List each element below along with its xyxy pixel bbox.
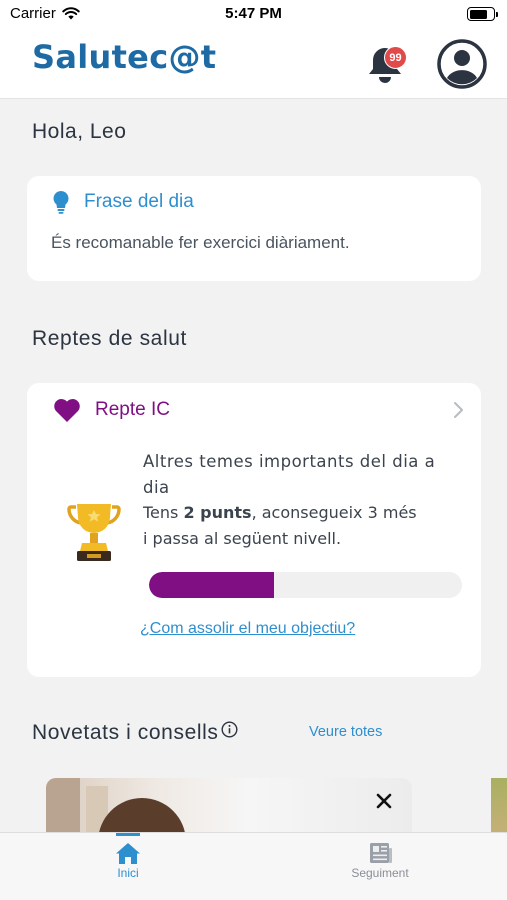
lightbulb-icon: [53, 191, 69, 214]
challenge-card-header: Repte IC: [53, 397, 170, 423]
phrase-card-header: Frase del dia: [52, 190, 194, 214]
notifications-button[interactable]: 99: [362, 40, 412, 88]
challenge-level-text: i passa al següent nivell.: [143, 529, 342, 548]
app-header: Salutec@t 99: [0, 28, 507, 99]
challenge-card[interactable]: Repte IC Altres temes importants del dia…: [27, 383, 481, 677]
tab-seguiment[interactable]: Seguiment: [320, 833, 440, 900]
home-icon: [116, 843, 140, 864]
phrase-card-text: És recomanable fer exercici diàriament.: [51, 233, 350, 252]
active-tab-indicator: [116, 833, 140, 836]
challenge-progress-fill: [149, 572, 275, 598]
news-section-header: Novetats i consells: [32, 720, 238, 745]
info-icon[interactable]: [221, 720, 238, 738]
greeting: Hola, Leo: [32, 120, 127, 143]
tab-inici[interactable]: Inici: [68, 833, 188, 900]
see-all-news-link[interactable]: Veure totes: [309, 724, 382, 740]
newspaper-icon: [370, 843, 392, 863]
user-profile-icon: [437, 39, 487, 89]
challenge-name: Repte IC: [95, 399, 170, 420]
challenges-section-title: Reptes de salut: [32, 327, 187, 350]
news-image: [46, 778, 80, 838]
tab-inici-label: Inici: [117, 866, 139, 880]
tab-seguiment-label: Seguiment: [351, 866, 409, 880]
chevron-right-icon[interactable]: [451, 401, 465, 419]
challenge-heading: Altres temes importants del dia a dia: [143, 452, 436, 497]
heart-icon: [54, 399, 80, 422]
points-value: 2 punts: [183, 503, 252, 522]
challenge-points-text: Tens 2 punts, aconsegueix 3 més: [143, 503, 463, 522]
points-prefix: Tens: [143, 503, 179, 522]
notification-badge: 99: [384, 46, 407, 69]
close-icon[interactable]: [375, 792, 393, 810]
tab-bar: Inici Seguiment: [0, 832, 507, 900]
status-bar: Carrier 5:47 PM: [0, 0, 507, 28]
battery-icon: [467, 7, 498, 21]
profile-button[interactable]: [436, 38, 488, 90]
challenge-progress-bar: [149, 572, 462, 598]
news-card[interactable]: [46, 778, 412, 838]
news-section-title: Novetats i consells: [32, 721, 219, 744]
app-logo: Salutec@t: [32, 38, 217, 76]
points-suffix: , aconsegueix 3 més: [251, 503, 417, 522]
news-card-next[interactable]: [491, 778, 507, 838]
status-time: 5:47 PM: [225, 5, 282, 22]
goal-help-link[interactable]: ¿Com assolir el meu objectiu?: [140, 620, 355, 638]
trophy-icon: [67, 504, 121, 561]
phrase-card: Frase del dia És recomanable fer exercic…: [27, 176, 481, 281]
phrase-card-title: Frase del dia: [84, 191, 194, 212]
